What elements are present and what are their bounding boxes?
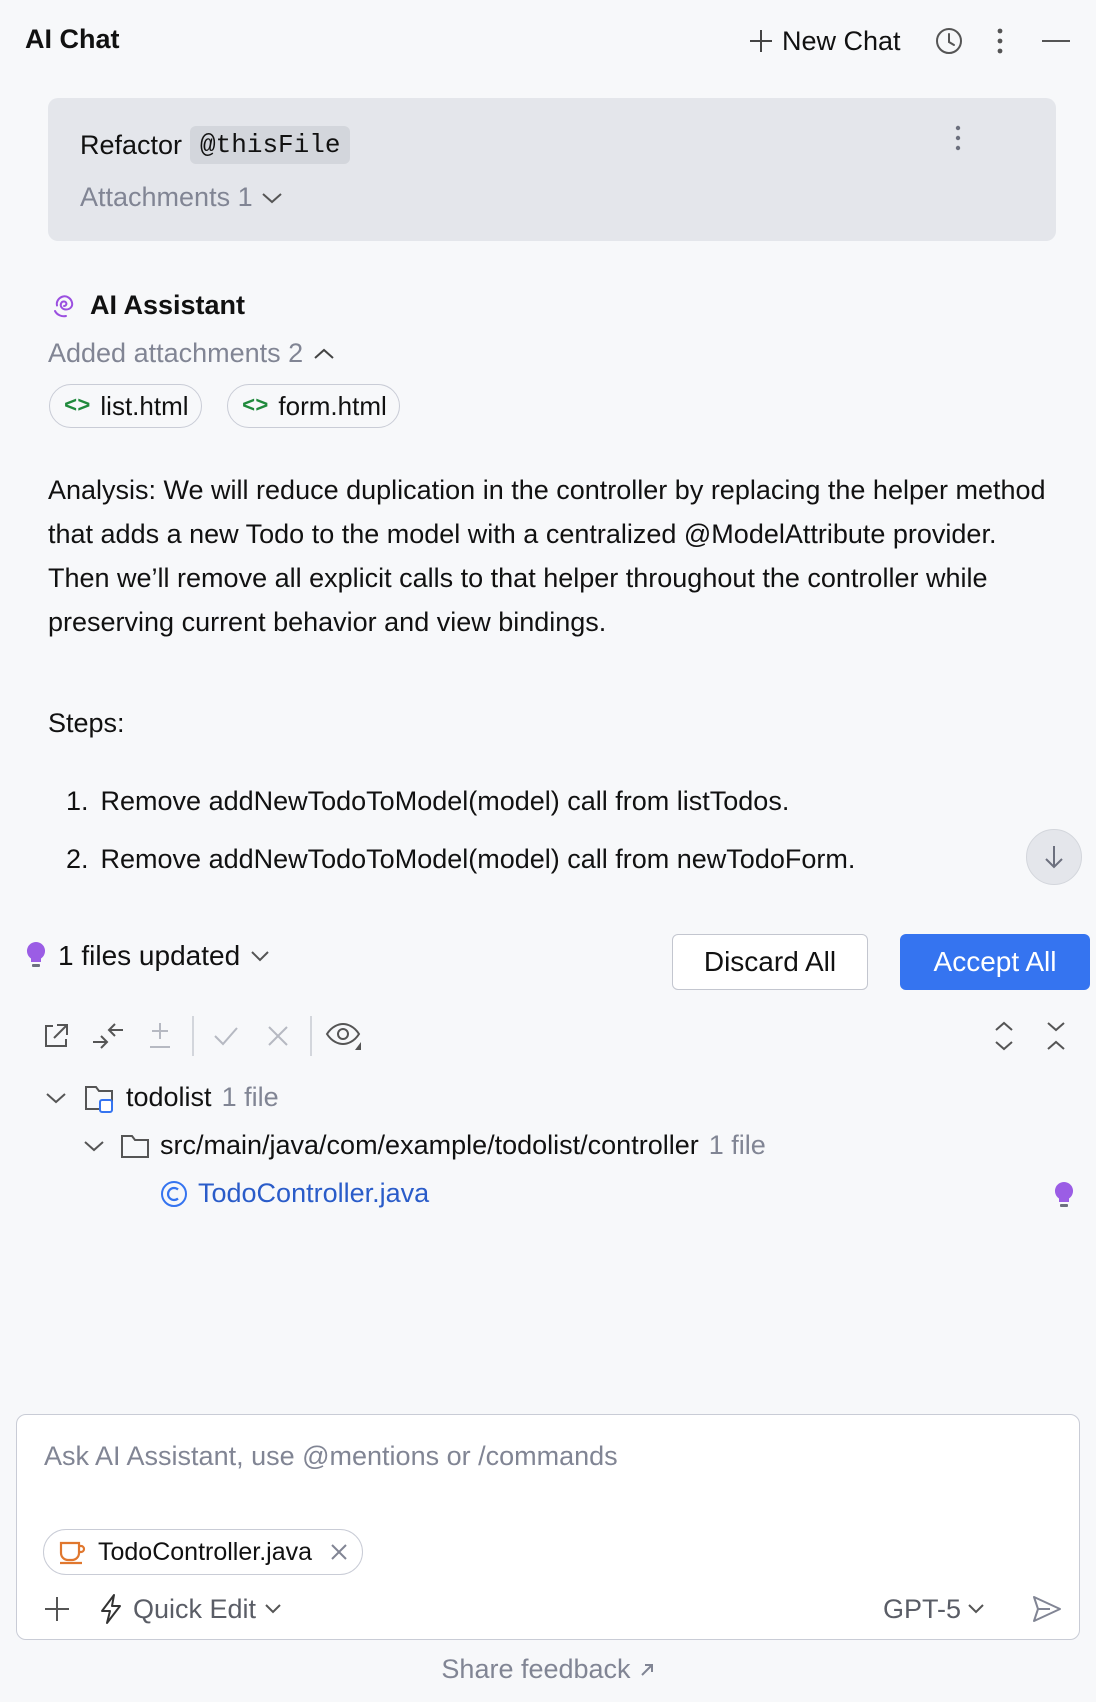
module-folder-icon [84,1083,116,1113]
plus-minus-icon [140,1014,180,1058]
tree-row-project[interactable]: todolist 1 file [44,1082,279,1113]
lightbulb-icon [24,940,48,972]
file-name-link[interactable]: TodoController.java [198,1178,429,1209]
html-file-icon: <> [64,393,91,419]
toolbar-divider [192,1016,194,1056]
eye-icon[interactable] [324,1014,364,1058]
quick-edit-dropdown[interactable]: Quick Edit [97,1589,282,1629]
model-selector[interactable]: GPT-5 [883,1589,985,1629]
java-file-icon [58,1539,86,1565]
list-item: 2. Remove addNewTodoToModel(model) call … [66,844,855,875]
assistant-header: AI Assistant [50,290,245,321]
quick-edit-label: Quick Edit [133,1593,257,1624]
step-number: 2. [66,844,89,874]
chevron-down-icon [261,191,283,205]
step-text: Remove addNewTodoToModel(model) call fro… [100,844,856,874]
minimize-icon[interactable] [1036,22,1076,60]
html-file-icon: <> [242,393,269,419]
expand-all-icon[interactable] [984,1014,1024,1058]
checkmark-icon [206,1014,246,1058]
mention-chip[interactable]: @thisFile [190,126,351,164]
assistant-name: AI Assistant [90,290,246,320]
chevron-down-icon [250,950,270,962]
collapse-all-icon[interactable] [1036,1014,1076,1058]
chevron-down-icon [264,1603,282,1615]
toolbar-divider [310,1016,312,1056]
chat-input-placeholder[interactable]: Ask AI Assistant, use @mentions or /comm… [44,1441,618,1472]
plus-icon [748,28,774,54]
close-icon[interactable] [330,1543,348,1561]
attachment-name: form.html [278,390,387,421]
user-message: Refactor @thisFile Attachments 1 [48,98,1056,241]
user-message-text: Refactor @thisFile [80,126,351,164]
attachment-chip[interactable]: <> list.html [49,384,202,428]
send-icon[interactable] [1025,1589,1069,1629]
added-attachments-toggle[interactable]: Added attachments 2 [48,338,335,369]
new-chat-button[interactable]: New Chat [748,18,901,64]
accept-all-button[interactable]: Accept All [900,934,1090,990]
list-item: 1. Remove addNewTodoToModel(model) call … [66,786,789,817]
user-prompt: Refactor [80,129,183,160]
context-file-chip[interactable]: TodoController.java [43,1529,364,1575]
share-feedback-label: Share feedback [441,1654,631,1684]
context-file-name: TodoController.java [98,1537,313,1566]
files-updated-toggle[interactable]: 1 files updated [24,940,270,972]
arrow-down-icon [1043,844,1065,870]
folder-icon [120,1133,150,1159]
analysis-text: Analysis: We will reduce duplication in … [48,475,1046,637]
lightning-icon [97,1593,125,1625]
share-feedback-link[interactable]: Share feedback [0,1654,1096,1685]
project-name: todolist [126,1082,212,1112]
chevron-up-icon [313,347,335,361]
step-text: Remove addNewTodoToModel(model) call fro… [100,786,790,816]
add-context-icon[interactable] [37,1589,77,1629]
collapse-changes-icon[interactable] [88,1014,128,1058]
java-class-icon [160,1180,188,1208]
history-icon[interactable] [930,22,968,60]
tree-row-package[interactable]: src/main/java/com/example/todolist/contr… [82,1130,766,1161]
added-attachments-label: Added attachments 2 [48,338,304,368]
chat-input-box[interactable]: Ask AI Assistant, use @mentions or /comm… [16,1414,1080,1640]
panel-title: AI Chat [25,24,120,54]
file-count: 1 file [708,1130,766,1160]
close-icon [258,1014,298,1058]
more-vertical-icon[interactable] [985,22,1015,60]
lightbulb-icon[interactable] [1052,1180,1076,1212]
attachments-toggle[interactable]: Attachments 1 [80,182,283,213]
chevron-down-icon [44,1091,68,1105]
scroll-to-bottom-button[interactable] [1026,829,1082,885]
steps-label: Steps: [48,708,125,738]
external-link-arrow-icon [639,1662,655,1678]
model-label: GPT-5 [883,1593,962,1624]
package-path: src/main/java/com/example/todolist/contr… [160,1130,699,1160]
step-number: 1. [66,786,89,816]
ai-assistant-spiral-icon [50,292,78,320]
message-more-icon[interactable] [946,118,970,158]
file-count: 1 file [221,1082,279,1112]
new-chat-label: New Chat [782,25,901,56]
open-in-editor-icon[interactable] [36,1014,76,1058]
tree-row-file[interactable]: TodoController.java [160,1178,429,1209]
attachment-chip[interactable]: <> form.html [227,384,400,428]
attachments-label: Attachments 1 [80,182,253,212]
chevron-down-icon [82,1139,106,1153]
chevron-down-icon [967,1603,985,1615]
attachment-name: list.html [100,390,189,421]
discard-all-button[interactable]: Discard All [672,934,868,990]
files-updated-label: 1 files updated [58,940,241,971]
